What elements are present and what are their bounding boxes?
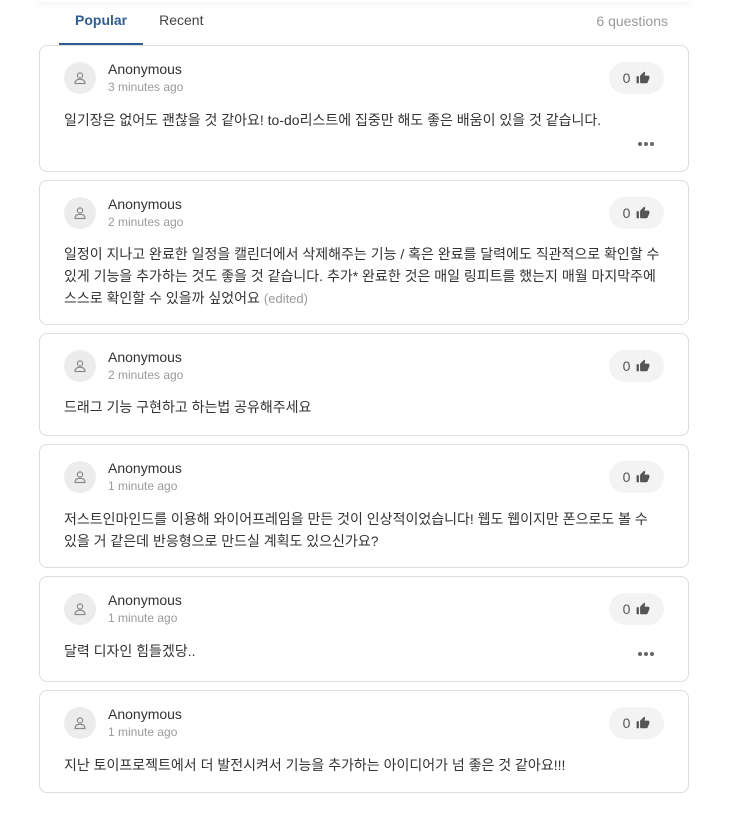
like-count: 0 (622, 715, 631, 731)
edited-label: (edited) (263, 291, 308, 306)
like-button[interactable]: 0 (609, 197, 664, 229)
tab-popular[interactable]: Popular (59, 0, 144, 45)
like-count: 0 (622, 601, 631, 617)
like-count: 0 (622, 205, 631, 221)
like-count: 0 (622, 469, 631, 485)
like-count: 0 (622, 70, 631, 86)
thumbs-up-icon (636, 716, 650, 729)
author-name: Anonymous (108, 706, 182, 722)
question-body: 드래그 기능 구현하고 하는법 공유해주세요 (64, 399, 312, 415)
thumbs-up-icon (636, 206, 650, 219)
tab-bar: Popular Recent (59, 0, 219, 45)
question-text: 드래그 기능 구현하고 하는법 공유해주세요 (64, 396, 664, 418)
like-button[interactable]: 0 (609, 707, 664, 739)
like-button[interactable]: 0 (609, 62, 664, 94)
author-name: Anonymous (108, 196, 182, 212)
like-button[interactable]: 0 (609, 350, 664, 382)
question-body: 일정이 지나고 완료한 일정을 캘린더에서 삭제해주는 기능 / 혹은 완료를 … (64, 246, 660, 306)
thumbs-up-icon (636, 71, 650, 84)
timestamp: 2 minutes ago (108, 215, 184, 229)
like-count: 0 (622, 358, 631, 374)
user-icon (64, 707, 96, 739)
question-count: 6 questions (596, 13, 668, 29)
question-card: Anonymous 1 minute ago 0 지난 토이프로젝트에서 더 발… (39, 690, 689, 793)
user-icon (64, 197, 96, 229)
thumbs-up-icon (636, 359, 650, 372)
timestamp: 1 minute ago (108, 611, 178, 625)
timestamp: 1 minute ago (108, 725, 178, 739)
user-icon (64, 62, 96, 94)
question-body: 일기장은 없어도 괜찮을 것 같아요! to-do리스트에 집중만 해도 좋은 … (64, 112, 602, 128)
question-card: Anonymous 1 minute ago 0 달력 디자인 힘들겠당.. (39, 576, 689, 682)
user-icon (64, 350, 96, 382)
author-name: Anonymous (108, 592, 182, 608)
question-card: Anonymous 2 minutes ago 0 드래그 기능 구현하고 하는… (39, 333, 689, 436)
more-icon[interactable] (638, 141, 654, 147)
question-body: 지난 토이프로젝트에서 더 발전시켜서 기능을 추가하는 아이디어가 넘 좋은 … (64, 757, 566, 773)
thumbs-up-icon (636, 470, 650, 483)
user-icon (64, 461, 96, 493)
author-name: Anonymous (108, 460, 182, 476)
author-name: Anonymous (108, 61, 182, 77)
question-card: Anonymous 1 minute ago 0 저스트인마인드를 이용해 와이… (39, 444, 689, 568)
question-body: 달력 디자인 힘들겠당.. (64, 643, 196, 659)
question-text: 일기장은 없어도 괜찮을 것 같아요! to-do리스트에 집중만 해도 좋은 … (64, 109, 664, 131)
question-card: Anonymous 2 minutes ago 0 일정이 지나고 완료한 일정… (39, 180, 689, 325)
question-text: 저스트인마인드를 이용해 와이어프레임을 만든 것이 인상적이었습니다! 웹도 … (64, 508, 664, 552)
question-body: 저스트인마인드를 이용해 와이어프레임을 만든 것이 인상적이었습니다! 웹도 … (64, 511, 648, 549)
timestamp: 1 minute ago (108, 479, 178, 493)
like-button[interactable]: 0 (609, 461, 664, 493)
timestamp: 3 minutes ago (108, 80, 184, 94)
question-text: 달력 디자인 힘들겠당.. (64, 640, 664, 662)
more-icon[interactable] (638, 651, 654, 657)
author-name: Anonymous (108, 349, 182, 365)
question-text: 지난 토이프로젝트에서 더 발전시켜서 기능을 추가하는 아이디어가 넘 좋은 … (64, 754, 664, 776)
tab-recent[interactable]: Recent (143, 0, 219, 45)
question-text: 일정이 지나고 완료한 일정을 캘린더에서 삭제해주는 기능 / 혹은 완료를 … (64, 243, 664, 310)
thumbs-up-icon (636, 602, 650, 615)
timestamp: 2 minutes ago (108, 368, 184, 382)
like-button[interactable]: 0 (609, 593, 664, 625)
user-icon (64, 593, 96, 625)
question-card: Anonymous 3 minutes ago 0 일기장은 없어도 괜찮을 것… (39, 45, 689, 172)
